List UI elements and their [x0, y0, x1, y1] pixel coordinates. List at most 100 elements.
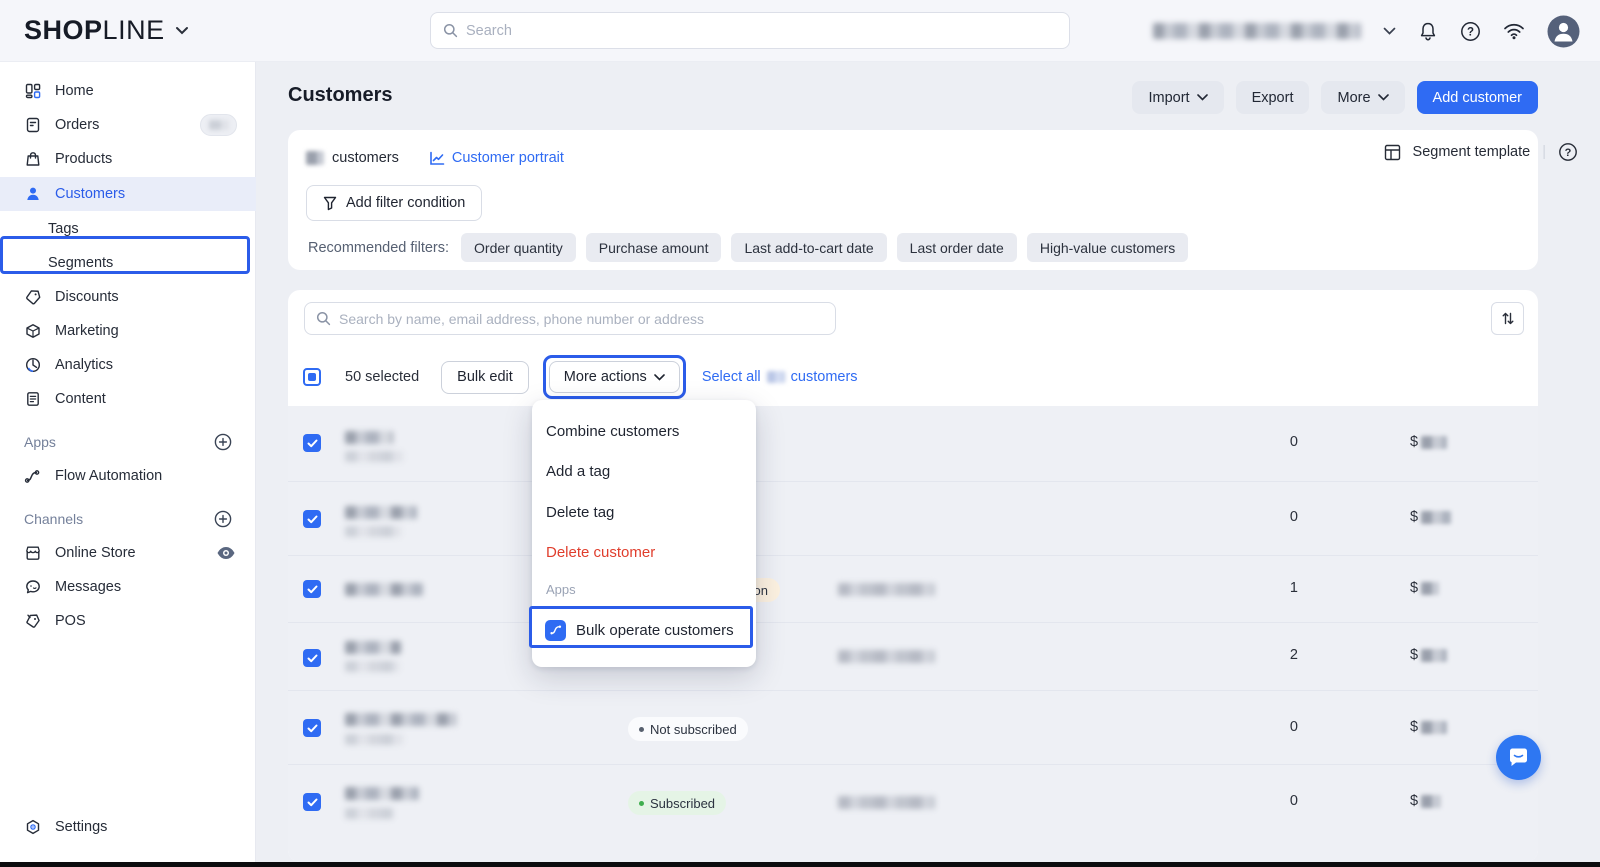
- sidebar-item-marketing[interactable]: Marketing: [0, 314, 256, 348]
- sidebar: Home Orders Products Customers Tags Segm…: [0, 62, 256, 867]
- sidebar-item-pos[interactable]: POS: [0, 604, 256, 638]
- segment-help-icon[interactable]: ?: [1558, 142, 1578, 162]
- svg-text:?: ?: [1467, 26, 1474, 38]
- segment-template-icon: [1384, 144, 1401, 161]
- sidebar-section-apps: Apps: [0, 427, 256, 457]
- sidebar-item-content[interactable]: Content: [0, 382, 256, 416]
- sidebar-item-discounts[interactable]: Discounts: [0, 280, 256, 314]
- export-button[interactable]: Export: [1236, 81, 1310, 114]
- customer-portrait-link[interactable]: Customer portrait: [429, 150, 564, 166]
- customer-location-blurred: [838, 650, 935, 663]
- support-chat-button[interactable]: [1496, 735, 1541, 780]
- avatar[interactable]: [1547, 15, 1580, 48]
- sidebar-item-home[interactable]: Home: [0, 74, 256, 108]
- table-row[interactable]: 2 $: [288, 622, 1538, 690]
- table-search[interactable]: [304, 302, 836, 335]
- row-checkbox[interactable]: [303, 719, 321, 737]
- sidebar-item-messages[interactable]: Messages: [0, 570, 256, 604]
- filter-chip-last-add-to-cart[interactable]: Last add-to-cart date: [731, 233, 886, 262]
- sidebar-section-channels: Channels: [0, 504, 256, 534]
- logo-bag-icon: O: [63, 15, 85, 45]
- row-checkbox[interactable]: [303, 434, 321, 452]
- sort-button[interactable]: [1491, 302, 1524, 335]
- filter-chip-order-quantity[interactable]: Order quantity: [461, 233, 576, 262]
- customers-tab[interactable]: customers: [332, 150, 399, 166]
- flow-automation-icon: [24, 468, 41, 485]
- funnel-icon: [323, 196, 337, 211]
- logo-chevron-down-icon[interactable]: [175, 26, 189, 35]
- subscription-badge: Subscribed: [628, 791, 726, 815]
- orders-count: 2: [1248, 647, 1298, 663]
- select-all-customers-link[interactable]: Select all customers: [702, 369, 858, 385]
- help-icon[interactable]: ?: [1460, 21, 1481, 42]
- shopline-logo[interactable]: SHOPLINE: [24, 15, 165, 46]
- row-checkbox[interactable]: [303, 510, 321, 528]
- tutorial-highlight-more-actions: More actions: [543, 355, 686, 399]
- channels-add-icon[interactable]: [214, 510, 232, 528]
- sidebar-item-analytics[interactable]: Analytics: [0, 348, 256, 382]
- customer-email-blurred: [345, 734, 403, 745]
- sidebar-item-orders[interactable]: Orders: [0, 108, 256, 142]
- customer-location-blurred: [838, 583, 935, 596]
- select-all-checkbox[interactable]: [303, 368, 321, 386]
- customers-icon: [24, 186, 41, 203]
- subscription-badge: Not subscribed: [628, 717, 748, 741]
- customer-name-blurred: [345, 431, 393, 444]
- online-store-visibility-eye-icon[interactable]: [216, 546, 236, 560]
- table-row[interactable]: 0 $: [288, 406, 1538, 481]
- menu-item-bulk-operate-customers[interactable]: Bulk operate customers: [532, 609, 756, 651]
- screen-bottom-edge: [0, 862, 1600, 867]
- import-button[interactable]: Import: [1132, 81, 1223, 114]
- network-wifi-icon[interactable]: [1503, 22, 1525, 40]
- customer-rows: 0 $ 0 $ on 1 $ 2 $: [288, 406, 1538, 862]
- table-search-input[interactable]: [339, 311, 824, 327]
- orders-count: 1: [1248, 580, 1298, 596]
- orders-count: 0: [1248, 719, 1298, 735]
- filter-chip-high-value[interactable]: High-value customers: [1027, 233, 1188, 262]
- recommended-filters-label: Recommended filters:: [308, 240, 449, 256]
- row-checkbox[interactable]: [303, 649, 321, 667]
- global-search[interactable]: [430, 12, 1070, 49]
- menu-item-delete-customer[interactable]: Delete customer: [532, 532, 756, 572]
- sidebar-item-tags[interactable]: Tags: [0, 212, 256, 246]
- sidebar-item-online-store[interactable]: Online Store: [0, 536, 256, 570]
- notification-bell-icon[interactable]: [1418, 21, 1438, 42]
- row-checkbox[interactable]: [303, 580, 321, 598]
- store-name-blurred[interactable]: [1153, 23, 1361, 39]
- menu-item-combine-customers[interactable]: Combine customers: [532, 411, 756, 451]
- global-search-input[interactable]: [466, 23, 1057, 39]
- sort-arrows-icon: [1501, 311, 1515, 326]
- total-count-blurred: [767, 371, 785, 383]
- table-row[interactable]: Not subscribed 0 $: [288, 690, 1538, 764]
- sidebar-item-products[interactable]: Products: [0, 142, 256, 176]
- store-chevron-down-icon[interactable]: [1383, 27, 1396, 35]
- sidebar-item-flow-automation[interactable]: Flow Automation: [0, 459, 256, 493]
- sidebar-item-segments[interactable]: Segments: [0, 246, 256, 280]
- add-filter-condition-button[interactable]: Add filter condition: [306, 185, 482, 221]
- menu-item-add-a-tag[interactable]: Add a tag: [532, 451, 756, 491]
- svg-text:?: ?: [1565, 147, 1572, 159]
- settings-gear-icon: [24, 819, 41, 836]
- sidebar-item-customers[interactable]: Customers: [0, 177, 256, 211]
- orders-count-badge: [200, 114, 237, 136]
- apps-add-icon[interactable]: [214, 433, 232, 451]
- segment-template-link[interactable]: Segment template: [1413, 144, 1531, 160]
- more-button[interactable]: More: [1321, 81, 1404, 114]
- total-spent: $: [1410, 719, 1447, 735]
- table-row[interactable]: 0 $: [288, 481, 1538, 555]
- bulk-edit-button[interactable]: Bulk edit: [441, 361, 529, 394]
- sidebar-item-settings[interactable]: Settings: [0, 810, 256, 844]
- menu-item-delete-tag[interactable]: Delete tag: [532, 492, 756, 532]
- table-row[interactable]: on 1 $: [288, 555, 1538, 622]
- filter-chip-last-order-date[interactable]: Last order date: [897, 233, 1017, 262]
- add-customer-button[interactable]: Add customer: [1417, 81, 1538, 114]
- customer-email-blurred: [345, 808, 393, 819]
- chat-bubble-icon: [1507, 746, 1530, 769]
- bulk-operate-flow-icon: [545, 620, 566, 641]
- row-checkbox[interactable]: [303, 793, 321, 811]
- filter-chip-purchase-amount[interactable]: Purchase amount: [586, 233, 722, 262]
- more-actions-button[interactable]: More actions: [549, 361, 680, 393]
- table-row[interactable]: Subscribed 0 $: [288, 764, 1538, 838]
- total-spent: $: [1410, 509, 1451, 525]
- products-bag-icon: [24, 151, 41, 168]
